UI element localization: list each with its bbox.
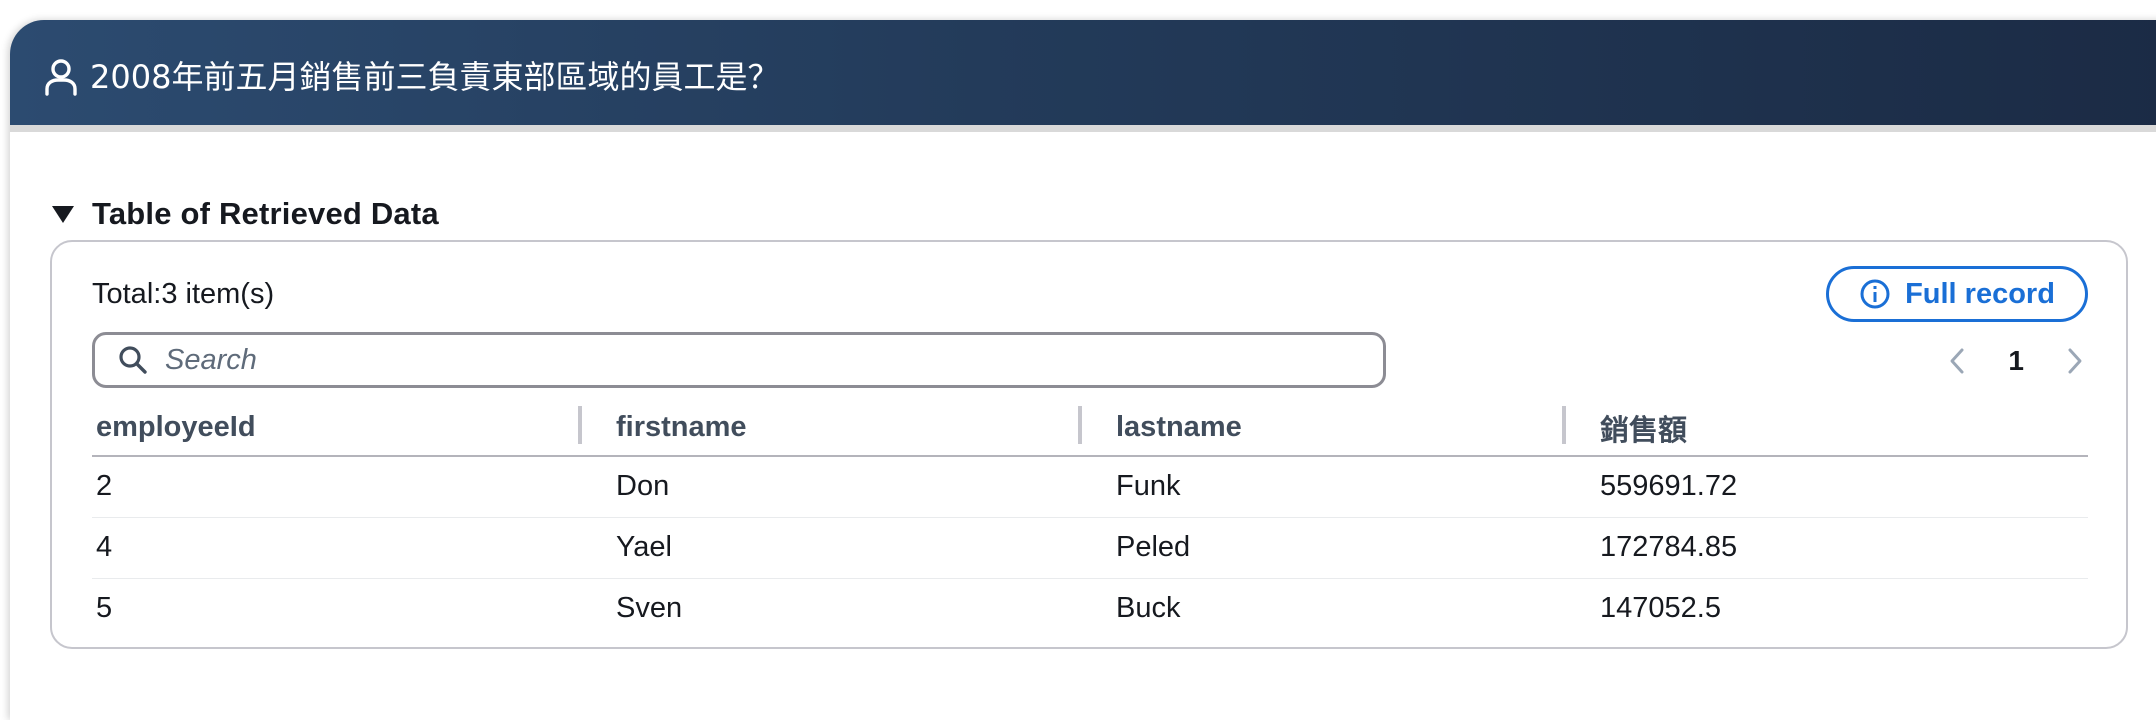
table-section-toggle[interactable]: Table of Retrieved Data — [52, 196, 439, 232]
table-row: 2 Don Funk 559691.72 — [92, 456, 2088, 518]
full-record-label: Full record — [1905, 277, 2055, 310]
pagination: 1 — [1946, 338, 2086, 384]
table-cell: Funk — [1112, 456, 1596, 518]
column-header[interactable]: lastname — [1078, 400, 1596, 457]
table-cell: Peled — [1112, 517, 1596, 579]
question-text: 2008年前五月銷售前三負責東部區域的員工是？ — [90, 58, 780, 96]
user-icon — [45, 59, 77, 96]
table-row: 5 Sven Buck 147052.5 — [92, 578, 2088, 639]
table-cell: Buck — [1116, 592, 1181, 625]
column-header[interactable]: employeeId — [92, 400, 612, 457]
info-icon — [1860, 279, 1890, 309]
column-header[interactable]: 銷售額 — [1562, 400, 2088, 457]
data-table-panel: Total:3 item(s) Full record 1 — [50, 240, 2128, 649]
question-header: 2008年前五月銷售前三負責東部區域的員工是？ — [10, 20, 2156, 132]
table-row: 4 Yael Peled 172784.85 — [92, 517, 2088, 579]
table-cell: Yael — [612, 517, 1112, 579]
table-cell: 2 — [92, 456, 612, 518]
current-page[interactable]: 1 — [2008, 345, 2024, 377]
total-count: Total:3 item(s) — [92, 278, 275, 310]
search-input[interactable] — [165, 343, 1345, 377]
table-header-row: employeeId firstname lastname 銷售額 — [92, 400, 2088, 457]
search-icon — [119, 346, 147, 374]
column-header[interactable]: firstname — [578, 400, 1112, 457]
app-window: 2008年前五月銷售前三負責東部區域的員工是？ Table of Retriev… — [10, 20, 2156, 720]
table-cell: 4 — [92, 517, 612, 579]
table-cell: 147052.5 — [1600, 592, 1721, 625]
table-cell: 5 — [96, 592, 113, 625]
caret-down-icon — [52, 205, 74, 223]
table-cell: 559691.72 — [1596, 456, 2088, 518]
table-cell: Don — [612, 456, 1112, 518]
table-cell: Sven — [616, 592, 683, 625]
section-title: Table of Retrieved Data — [92, 196, 439, 231]
search-box — [92, 332, 1386, 388]
full-record-button[interactable]: Full record — [1826, 266, 2088, 322]
results-table: employeeId firstname lastname 銷售額 2 Don … — [92, 400, 2088, 639]
table-cell: 172784.85 — [1596, 517, 2088, 579]
chevron-left-icon[interactable] — [1946, 344, 1968, 378]
chevron-right-icon[interactable] — [2064, 344, 2086, 378]
